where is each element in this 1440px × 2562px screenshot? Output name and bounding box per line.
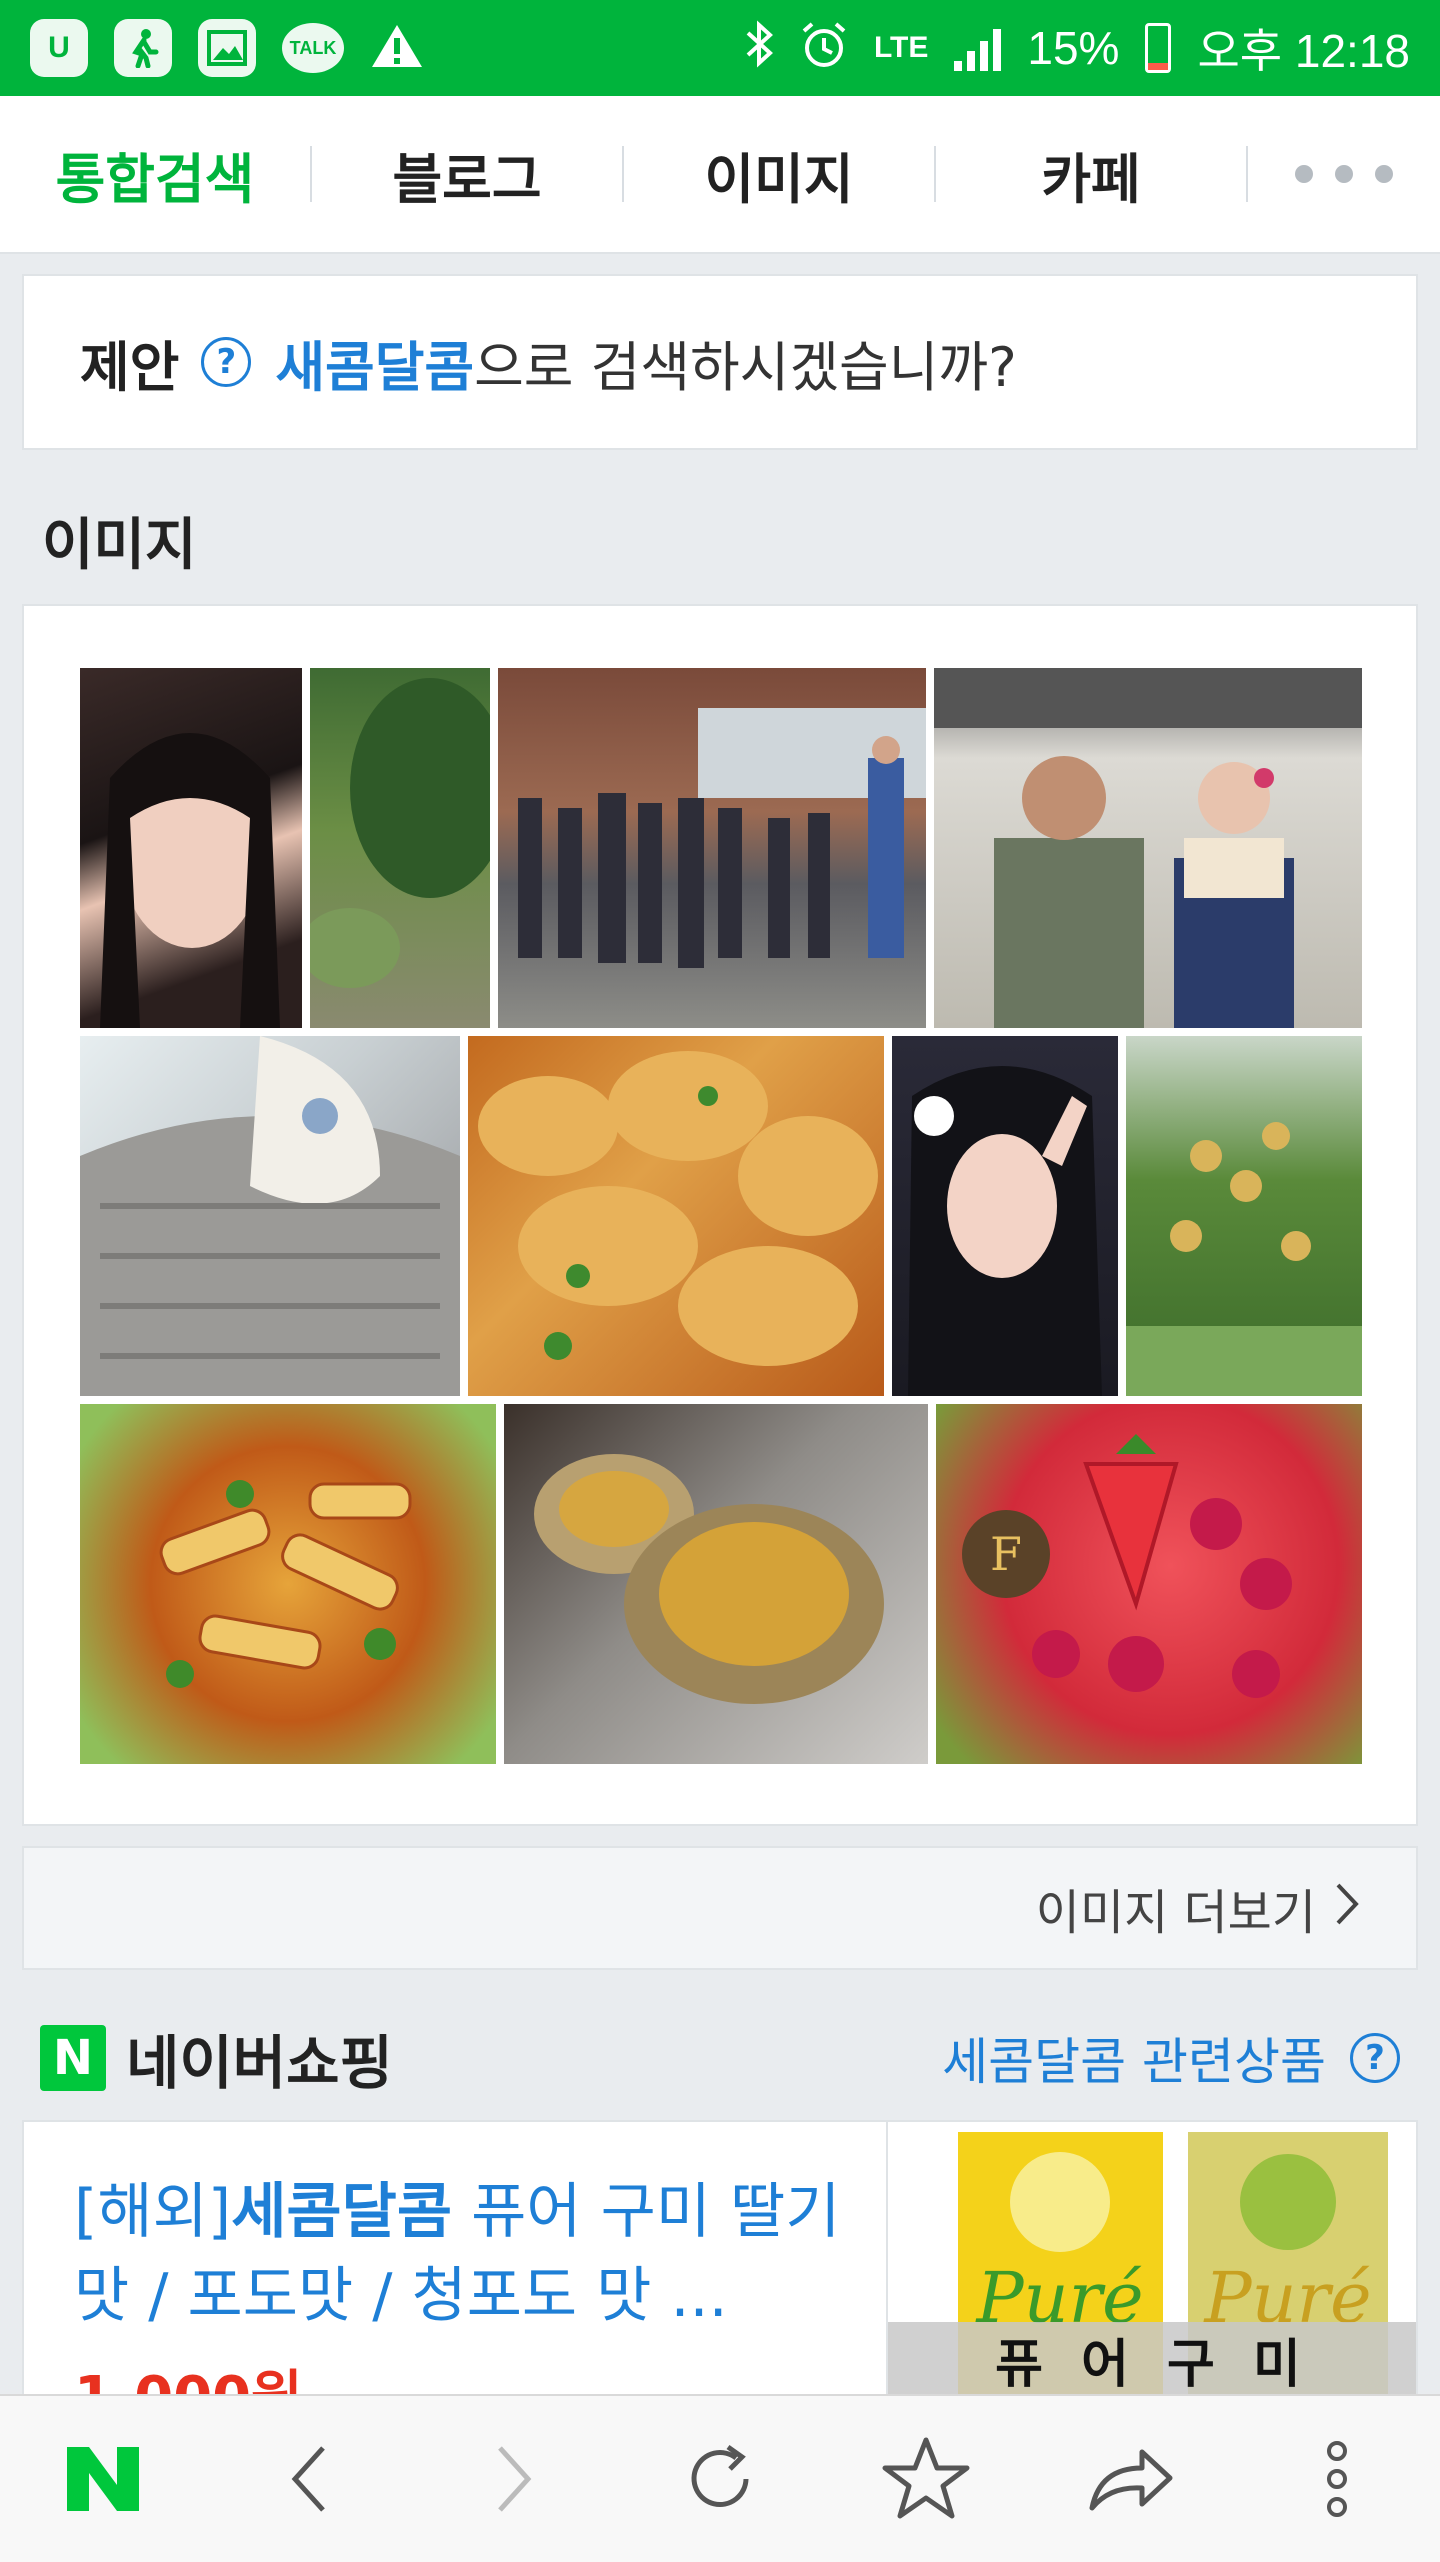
status-bar-right: LTE 15% 오후 12:18: [744, 15, 1410, 81]
search-tabs: 통합검색 블로그 이미지 카페: [0, 96, 1440, 254]
product-title-link[interactable]: [해외]세콤달콤 퓨어 구미 딸기맛 / 포도맛 / 청포도 맛 ...: [74, 2170, 886, 2338]
forward-icon[interactable]: [454, 2419, 574, 2539]
product-keyword: 세콤달콤: [231, 2177, 453, 2247]
images-section-title: 이미지: [42, 513, 197, 578]
more-images-label: 이미지 더보기: [1035, 1885, 1316, 1941]
image-thumbnail[interactable]: [468, 1036, 884, 1396]
battery-icon: [1145, 23, 1172, 73]
walking-icon: [114, 19, 172, 77]
back-icon[interactable]: [249, 2419, 369, 2539]
chevron-right-icon: [1334, 1877, 1360, 1940]
search-suggestion-card: 제안 ? 새콤달콤 으로 검색하시겠습니까?: [22, 274, 1418, 450]
product-prefix: [해외]: [74, 2177, 232, 2247]
alarm-icon: [800, 21, 848, 76]
suggested-keyword-link[interactable]: 새콤달콤: [275, 323, 474, 402]
tab-cafe[interactable]: 카페: [936, 135, 1246, 214]
more-tabs-icon[interactable]: [1248, 165, 1440, 183]
kakaotalk-icon: TALK: [282, 23, 344, 73]
image-thumbnail[interactable]: [310, 668, 490, 1028]
more-menu-icon[interactable]: [1277, 2419, 1397, 2539]
refresh-icon[interactable]: [660, 2419, 780, 2539]
suggestion-text: 으로 검색하시겠습니까?: [474, 335, 1017, 399]
browser-bottom-bar: [0, 2394, 1440, 2562]
status-bar: U TALK LTE 15% 오후 12:18: [0, 0, 1440, 96]
shopping-related: 세콤달콤 관련상품 ?: [942, 2022, 1400, 2094]
battery-level: [1148, 63, 1169, 70]
svg-text:F: F: [990, 1527, 1022, 1581]
image-thumbnail[interactable]: [80, 668, 302, 1028]
warning-icon: [370, 22, 424, 75]
shopping-brand: N 네이버쇼핑: [40, 2016, 393, 2100]
tab-blog[interactable]: 블로그: [312, 135, 622, 214]
tab-integrated-search[interactable]: 통합검색: [0, 135, 310, 214]
image-thumbnail[interactable]: [934, 668, 1362, 1028]
clock: 오후 12:18: [1197, 25, 1410, 77]
status-bar-left: U TALK: [30, 19, 424, 77]
image-thumbnail[interactable]: [1126, 1036, 1362, 1396]
image-thumbnail[interactable]: [80, 1036, 460, 1396]
image-thumbnail[interactable]: [504, 1404, 928, 1764]
signal-icon: [954, 25, 1002, 71]
image-thumbnail[interactable]: [80, 1404, 496, 1764]
related-products-link[interactable]: 세콤달콤 관련상품: [942, 2022, 1326, 2094]
bluetooth-icon: [744, 19, 774, 77]
image-thumbnail[interactable]: [892, 1036, 1118, 1396]
lte-label: LTE: [873, 31, 929, 64]
product-image-caption: 퓨 어 구 미: [888, 2322, 1416, 2396]
shopping-header: N 네이버쇼핑 세콤달콤 관련상품 ?: [40, 2020, 1400, 2097]
tab-images[interactable]: 이미지: [624, 135, 934, 214]
image-results-card: F: [22, 604, 1418, 1826]
bookmark-star-icon[interactable]: [866, 2419, 986, 2539]
u-plus-icon: U: [30, 19, 88, 77]
more-images-button[interactable]: 이미지 더보기: [22, 1846, 1418, 1970]
battery-percent: 15%: [1027, 22, 1120, 74]
help-icon[interactable]: ?: [1350, 2033, 1400, 2083]
help-icon[interactable]: ?: [201, 337, 252, 387]
image-thumbnail[interactable]: [498, 668, 926, 1028]
naver-shopping-logo-icon: N: [40, 2025, 106, 2091]
share-icon[interactable]: [1071, 2419, 1191, 2539]
suggestion-label: 제안: [80, 335, 180, 399]
image-thumbnail[interactable]: F: [936, 1404, 1362, 1764]
gallery-icon: [198, 19, 256, 77]
naver-home-icon[interactable]: [43, 2419, 163, 2539]
shopping-title: 네이버쇼핑: [126, 2029, 393, 2097]
